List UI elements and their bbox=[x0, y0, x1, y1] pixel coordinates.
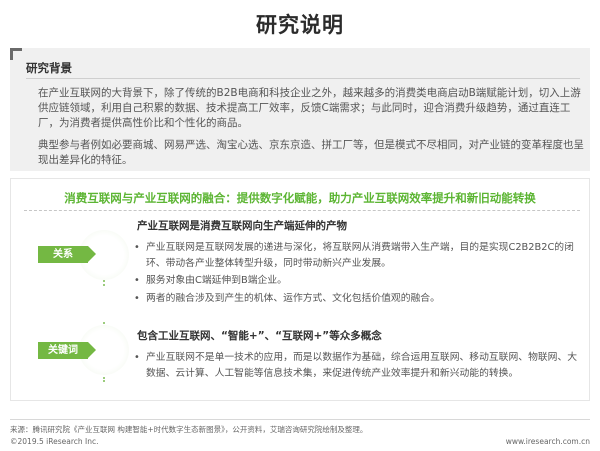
copyright: ©2019.5 iResearch Inc. bbox=[10, 437, 99, 446]
list-item: 两者的融合涉及到产生的机体、运作方式、文化包括价值观的融合。 bbox=[134, 291, 586, 307]
footer-divider bbox=[10, 419, 590, 420]
list-item: 产业互联网是互联网发展的递进与深化，将互联网从消费端带入生产端，目的是实现C2B… bbox=[134, 240, 586, 271]
website-link[interactable]: www.iresearch.com.cn bbox=[506, 437, 590, 446]
heading-divider bbox=[26, 78, 580, 79]
dashed-divider bbox=[24, 210, 580, 211]
section-heading: 产业互联网是消费互联网向生产端延伸的产物 bbox=[137, 220, 347, 232]
tag-arrow-icon bbox=[88, 246, 96, 262]
background-heading: 研究背景 bbox=[26, 61, 72, 75]
section-tag-relation: 关系 bbox=[38, 246, 88, 263]
bullet-list: 产业互联网不是单一技术的应用，而是以数据作为基础，综合运用互联网、移动互联网、物… bbox=[134, 350, 586, 383]
background-paragraph: 在产业互联网的大背景下，除了传统的B2B电商和科技企业之外，越来越多的消费类电商… bbox=[38, 87, 581, 129]
page-title: 研究说明 bbox=[256, 13, 344, 37]
bullet-list: 产业互联网是互联网发展的递进与深化，将互联网从消费端带入生产端，目的是实现C2B… bbox=[134, 240, 586, 308]
list-item: 产业互联网不是单一技术的应用，而是以数据作为基础，综合运用互联网、移动互联网、物… bbox=[134, 350, 586, 381]
source-note: 来源：腾讯研究院《产业互联网 构建智能+时代数字生态新图景》，公开资料，艾瑞咨询… bbox=[10, 425, 368, 434]
background-paragraph: 典型参与者例如必要商城、网易严选、淘宝心选、京东京造、拼工厂等，但是模式不尽相同… bbox=[38, 139, 584, 166]
list-item: 服务对象由C端延伸到B端企业。 bbox=[134, 273, 586, 289]
highlight-heading: 消费互联网与产业互联网的融合：提供数字化赋能，助力产业互联网效率提升和新旧动能转… bbox=[64, 191, 536, 205]
section-heading: 包含工业互联网、“智能+”、“互联网+”等众多概念 bbox=[137, 330, 382, 342]
corner-bracket-decoration bbox=[10, 48, 22, 60]
tag-arrow-icon bbox=[88, 342, 96, 358]
section-tag-keywords: 关键词 bbox=[38, 342, 88, 359]
